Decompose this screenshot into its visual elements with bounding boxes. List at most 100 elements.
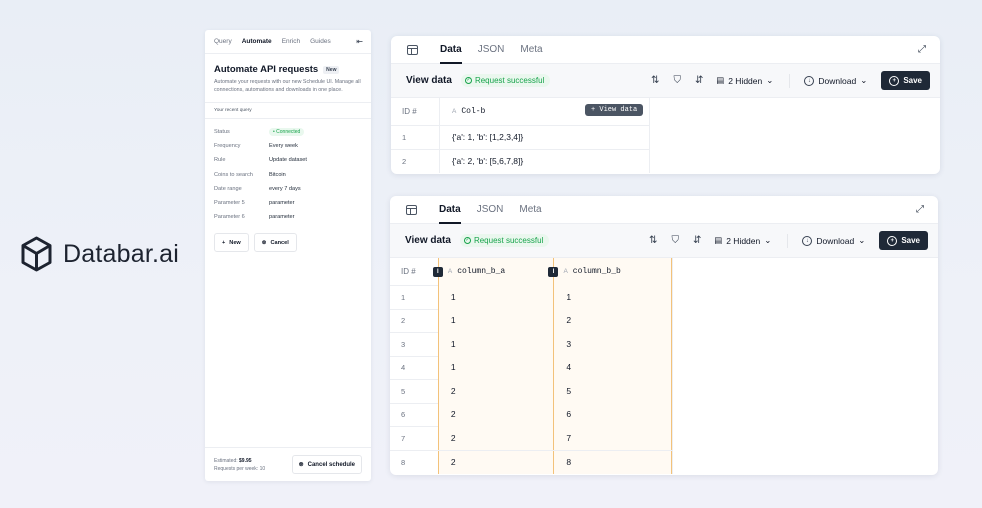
column-header-column-b-a[interactable]: I Acolumn_b_a	[432, 257, 555, 286]
download-icon: ↓	[802, 235, 813, 246]
download-icon: ↓	[804, 75, 815, 86]
filter-icon[interactable]: ⛉	[664, 235, 686, 246]
table-cell[interactable]: 2	[437, 450, 555, 474]
table-cell[interactable]: 6	[554, 403, 672, 427]
status-badge: ✓ Request successful	[460, 74, 551, 87]
tab-json[interactable]: JSON	[478, 36, 505, 64]
row-id: 4	[401, 363, 406, 373]
view-data-title: View data	[406, 75, 452, 86]
id-header: ID #	[401, 267, 416, 276]
chevron-down-icon: ⌄	[860, 75, 868, 85]
table-cell[interactable]: 2	[437, 403, 555, 427]
field-label: Frequency	[214, 143, 241, 150]
table-row[interactable]: 1 {'a': 1, 'b': [1,2,3,4]}	[391, 125, 649, 150]
divider	[789, 73, 791, 88]
table-row[interactable]: 212	[390, 309, 672, 333]
table-cell[interactable]: 2	[554, 309, 672, 333]
column-header-col-b[interactable]: A Col-b	[439, 97, 485, 126]
automate-panel: Query Automate Enrich Guides ⇤ Automate …	[205, 30, 371, 481]
row-id: 6	[401, 410, 406, 420]
estimate-info: Estimated: $9.95 Requests per week: 10	[214, 457, 266, 472]
row-id: 8	[401, 457, 406, 467]
expand-icon[interactable]: ⤢	[918, 44, 926, 55]
field-value[interactable]: Bitcoin	[269, 172, 286, 178]
row-id: 7	[401, 433, 406, 443]
table-cell[interactable]: 3	[554, 332, 672, 356]
expand-icon[interactable]: ⤢	[916, 204, 924, 215]
table-cell[interactable]: {'a': 1, 'b': [1,2,3,4]}	[439, 125, 523, 149]
table-cell[interactable]: 1	[437, 285, 555, 309]
swap-icon[interactable]: ⇵	[688, 75, 710, 86]
tab-meta[interactable]: Meta	[519, 196, 541, 224]
table-header: ID # A Col-b + View data	[391, 97, 649, 126]
row-id: 1	[401, 292, 406, 302]
table-row[interactable]: 828	[390, 450, 672, 474]
table-row[interactable]: 626	[390, 403, 672, 427]
hidden-columns-dropdown[interactable]: ▤ 2 Hidden ⌄	[716, 75, 773, 86]
filter-icon[interactable]: ⛉	[666, 75, 688, 86]
table-row[interactable]: 2 {'a': 2, 'b': [5,6,7,8]}	[391, 149, 649, 173]
table-header: ID # I Acolumn_b_a I Acolumn_b_b	[390, 257, 672, 286]
query-fields: Status • Connected Frequency Every week …	[205, 119, 371, 224]
data-table: ID # A Col-b + View data 1 {'a': 1, 'b': …	[391, 97, 650, 173]
tab-query[interactable]: Query	[214, 38, 232, 45]
tab-data[interactable]: Data	[440, 36, 462, 64]
view-data-button[interactable]: + View data	[585, 104, 644, 116]
table-row[interactable]: 525	[390, 379, 672, 404]
field-value[interactable]: every 7 days	[269, 186, 301, 192]
table-cell[interactable]: 2	[437, 426, 555, 450]
save-button[interactable]: + Save	[881, 71, 930, 90]
tab-automate[interactable]: Automate	[242, 38, 272, 45]
collapse-panel-icon[interactable]: ⇤	[356, 37, 363, 46]
new-badge: New	[323, 65, 340, 74]
new-button[interactable]: + New	[214, 233, 249, 253]
columns-icon: ▤	[716, 75, 725, 85]
tab-meta[interactable]: Meta	[520, 36, 542, 64]
check-icon: ✓	[463, 237, 471, 244]
table-row[interactable]: 111	[390, 285, 672, 310]
table-cell[interactable]: 8	[554, 450, 672, 474]
table-cell[interactable]: {'a': 2, 'b': [5,6,7,8]}	[439, 149, 523, 173]
table-row[interactable]: 313	[390, 332, 672, 357]
table-cell[interactable]: 1	[554, 285, 672, 309]
cancel-schedule-button[interactable]: ⊗ Cancel schedule	[291, 455, 362, 474]
tab-enrich[interactable]: Enrich	[282, 38, 300, 45]
field-value[interactable]: parameter	[269, 200, 295, 206]
field-label: Parameter 5	[214, 200, 245, 207]
field-value[interactable]: parameter	[269, 214, 295, 220]
tab-json[interactable]: JSON	[477, 196, 504, 224]
tab-guides[interactable]: Guides	[310, 38, 331, 45]
swap-icon[interactable]: ⇵	[686, 235, 708, 246]
field-value[interactable]: Update dataset	[269, 157, 307, 163]
table-row[interactable]: 414	[390, 356, 672, 380]
table-cell[interactable]: 2	[437, 379, 555, 403]
plus-circle-icon: +	[889, 75, 900, 86]
chevron-down-icon: ⌄	[858, 235, 866, 245]
table-cell[interactable]: 1	[437, 332, 555, 356]
sort-icon[interactable]: ⇅	[642, 235, 664, 246]
data-toolbar: View data ✓ Request successful ⇅ ⛉ ⇵ ▤ 2 H…	[390, 224, 938, 258]
field-coins: Coins to search Bitcoin	[214, 168, 362, 182]
field-value[interactable]: Every week	[269, 143, 298, 149]
sort-icon[interactable]: ⇅	[644, 75, 666, 86]
table-cell[interactable]: 1	[437, 356, 555, 380]
download-dropdown[interactable]: ↓ Download ⌄	[802, 235, 865, 246]
table-row[interactable]: 727	[390, 426, 672, 451]
data-card-expanded: Data JSON Meta ⤢ View data ✓ Request succ…	[390, 196, 938, 475]
tab-data[interactable]: Data	[439, 196, 461, 224]
table-cell[interactable]: 7	[554, 426, 672, 450]
cancel-button[interactable]: ⊗ Cancel	[253, 233, 297, 253]
table-cell[interactable]: 4	[554, 356, 672, 380]
panel-footer: Estimated: $9.95 Requests per week: 10 ⊗…	[205, 447, 371, 481]
column-header-column-b-b[interactable]: I Acolumn_b_b	[548, 257, 672, 286]
download-dropdown[interactable]: ↓ Download ⌄	[804, 75, 867, 86]
save-button[interactable]: + Save	[879, 231, 928, 250]
row-id: 3	[401, 339, 406, 349]
view-data-title: View data	[405, 235, 451, 246]
row-id: 5	[401, 386, 406, 396]
hidden-columns-dropdown[interactable]: ▤ 2 Hidden ⌄	[714, 235, 771, 246]
table-cell[interactable]: 1	[437, 309, 555, 333]
field-parameter-6: Parameter 6 parameter	[214, 210, 362, 224]
table-cell[interactable]: 5	[554, 379, 672, 403]
chevron-down-icon: ⌄	[766, 75, 774, 85]
